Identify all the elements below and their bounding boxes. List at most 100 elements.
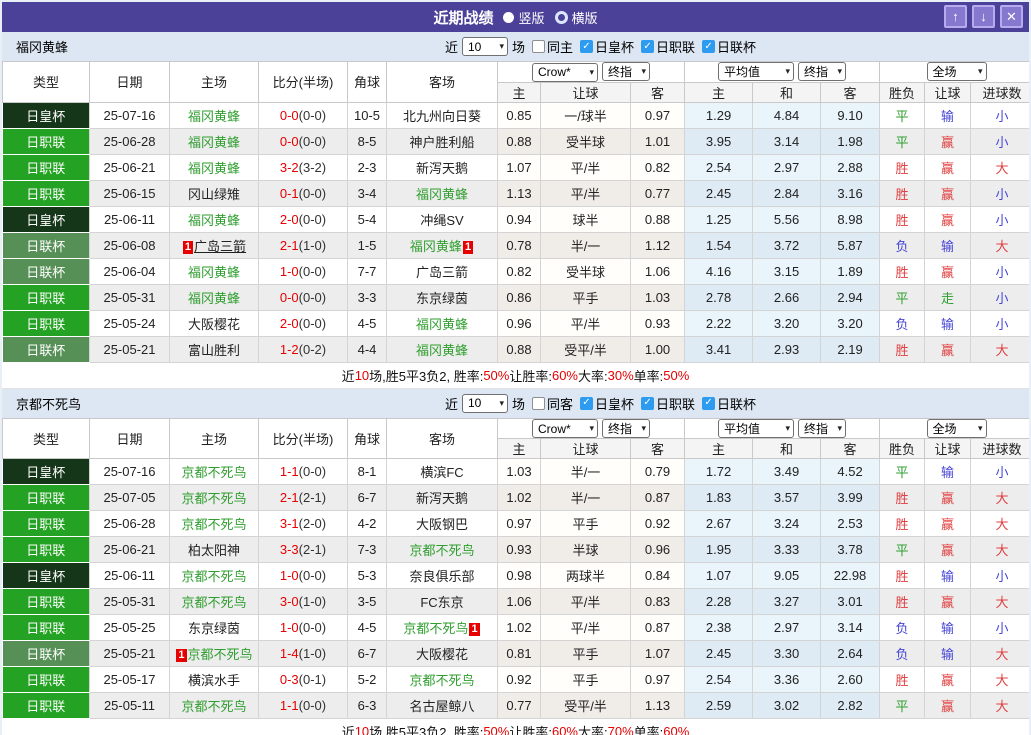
match-date: 25-06-28: [89, 128, 170, 155]
home-team-link[interactable]: 京都不死鸟: [181, 569, 246, 584]
league-checkbox-1[interactable]: ✓: [641, 396, 655, 410]
league-checkbox-1[interactable]: ✓: [641, 40, 655, 53]
league-checkbox-0[interactable]: ✓: [580, 396, 593, 410]
league-checkbox-0[interactable]: ✓: [580, 40, 593, 53]
away-team-link[interactable]: 名古屋鲸八: [409, 699, 474, 714]
result-handicap: 赢: [924, 692, 972, 719]
league-checkbox-2[interactable]: ✓: [702, 396, 716, 410]
summary-label: 近: [341, 725, 355, 735]
home-team-link[interactable]: 福冈黄蜂: [188, 213, 240, 228]
home-team-link[interactable]: 福冈黄蜂: [188, 135, 240, 150]
final-odds-select[interactable]: 终指 ▾: [602, 62, 651, 81]
home-team-link[interactable]: 京都不死鸟: [181, 465, 246, 480]
home-team-link[interactable]: 冈山绿雉: [188, 187, 240, 202]
avg-away-odds: 9.10: [820, 102, 881, 129]
score-cell: 1-1(0-0): [258, 692, 348, 719]
full-match-select[interactable]: 全场 ▾: [926, 62, 987, 82]
league-checkbox-2[interactable]: ✓: [702, 40, 716, 53]
home-team-link[interactable]: 京都不死鸟: [181, 491, 246, 506]
away-team-link[interactable]: 福冈黄蜂: [410, 239, 462, 254]
home-team-link[interactable]: 福冈黄蜂: [188, 265, 240, 280]
league-type-cell: 日职联: [2, 666, 90, 693]
home-team-link[interactable]: 京都不死鸟: [188, 647, 253, 662]
full-match-select[interactable]: 全场 ▾: [926, 418, 987, 438]
home-team-cell: 京都不死鸟: [169, 588, 259, 615]
halftime-score: (0-0): [298, 464, 327, 479]
home-team-link[interactable]: 福冈黄蜂: [188, 291, 240, 306]
home-team-link[interactable]: 富山胜利: [188, 343, 240, 358]
away-team-cell: 京都不死鸟: [386, 666, 498, 693]
final-odds-select-value: 终指: [608, 65, 633, 79]
away-team-link[interactable]: 横滨FC: [420, 465, 463, 480]
home-team-link[interactable]: 福冈黄蜂: [188, 161, 240, 176]
scroll-down-button[interactable]: ↓: [972, 5, 995, 28]
away-team-link[interactable]: 福冈黄蜂: [416, 343, 468, 358]
subheader-crow-home: 主: [497, 438, 541, 459]
halftime-score: (3-2): [298, 159, 327, 175]
final-odds-select-2[interactable]: 终指 ▾: [798, 62, 847, 82]
home-team-link[interactable]: 东京绿茵: [188, 621, 240, 636]
corner-cell: 4-2: [347, 510, 387, 537]
close-button[interactable]: ✕: [1000, 5, 1023, 28]
header-col-type: 类型: [2, 61, 90, 103]
scroll-up-button[interactable]: ↑: [944, 5, 967, 28]
away-team-link[interactable]: 京都不死鸟: [403, 621, 468, 636]
up-arrow-icon: ↑: [952, 9, 959, 24]
away-team-cell: 名古屋鲸八: [386, 692, 498, 719]
away-team-link[interactable]: 福冈黄蜂: [416, 187, 468, 202]
result-handicap: 赢: [924, 206, 972, 233]
radio-horizontal-layout[interactable]: 横版: [554, 8, 598, 27]
league-checkbox-label: 日联杯: [717, 396, 757, 412]
same-venue-checkbox[interactable]: [531, 40, 545, 53]
away-team-link[interactable]: 奈良俱乐部: [409, 569, 474, 584]
final-odds-select[interactable]: 终指 ▾: [602, 418, 651, 438]
corner-cell: 3-3: [347, 284, 387, 311]
average-select[interactable]: 平均值 ▾: [718, 62, 795, 82]
home-team-link[interactable]: 大阪樱花: [188, 317, 240, 332]
result-wdl: 胜: [879, 666, 926, 693]
home-team-link[interactable]: 京都不死鸟: [181, 699, 246, 714]
away-team-link[interactable]: 京都不死鸟: [409, 543, 474, 558]
away-team-link[interactable]: 福冈黄蜂: [416, 317, 468, 332]
header-col-away: 客场: [386, 61, 498, 103]
recent-count-select[interactable]: 10 ▾: [461, 393, 508, 413]
away-team-link[interactable]: 新泻天鹅: [416, 491, 468, 506]
crow-company-select[interactable]: Crow* ▾: [532, 62, 599, 82]
halftime-score: (1-0): [298, 646, 327, 661]
avg-home-odds: 1.83: [684, 484, 754, 511]
home-team-link[interactable]: 柏太阳神: [188, 543, 240, 558]
away-team-link[interactable]: 广岛三箭: [416, 265, 468, 280]
away-team-link[interactable]: 京都不死鸟: [409, 673, 474, 688]
fulltime-score: 0-0: [279, 133, 299, 149]
crow-company-select[interactable]: Crow* ▾: [532, 419, 599, 438]
home-team-link[interactable]: 广岛三箭: [194, 239, 246, 254]
away-team-link[interactable]: FC东京: [420, 595, 463, 610]
table-row: 日职联 25-06-28 福冈黄蜂 0-0(0-0) 8-5 神户胜利船 0.88 受半球 1.…: [2, 128, 1029, 155]
match-date: 25-05-24: [89, 310, 170, 337]
radio-vertical-layout[interactable]: 竖版: [503, 8, 545, 27]
away-team-link[interactable]: 新泻天鹅: [416, 161, 468, 176]
league-checkbox-label: 日皇杯: [595, 40, 635, 55]
home-team-link[interactable]: 福冈黄蜂: [188, 109, 240, 124]
home-team-link[interactable]: 京都不死鸟: [181, 517, 246, 532]
result-handicap: 赢: [924, 536, 972, 563]
result-wdl: 平: [879, 536, 926, 563]
avg-away-odds: 3.78: [820, 536, 881, 563]
away-team-link[interactable]: 东京绿茵: [416, 291, 468, 306]
home-team-link[interactable]: 横滨水手: [188, 673, 240, 688]
home-team-cell: 福冈黄蜂: [169, 284, 259, 311]
final-odds-select-2[interactable]: 终指 ▾: [798, 418, 847, 438]
away-team-link[interactable]: 冲绳SV: [420, 213, 463, 228]
home-team-link[interactable]: 京都不死鸟: [181, 595, 246, 610]
away-team-link[interactable]: 北九州向日葵: [403, 109, 481, 124]
crow-home-odds: 0.94: [497, 206, 541, 233]
away-team-link[interactable]: 神户胜利船: [409, 135, 474, 150]
avg-away-odds: 2.19: [820, 336, 881, 363]
avg-home-odds: 2.78: [684, 284, 754, 311]
away-team-link[interactable]: 大阪樱花: [416, 647, 468, 662]
handicap-cell: 平/半: [540, 180, 631, 207]
average-select[interactable]: 平均值 ▾: [718, 418, 795, 438]
recent-count-select[interactable]: 10 ▾: [461, 37, 508, 56]
same-venue-checkbox[interactable]: [531, 396, 545, 410]
away-team-link[interactable]: 大阪钢巴: [416, 517, 468, 532]
